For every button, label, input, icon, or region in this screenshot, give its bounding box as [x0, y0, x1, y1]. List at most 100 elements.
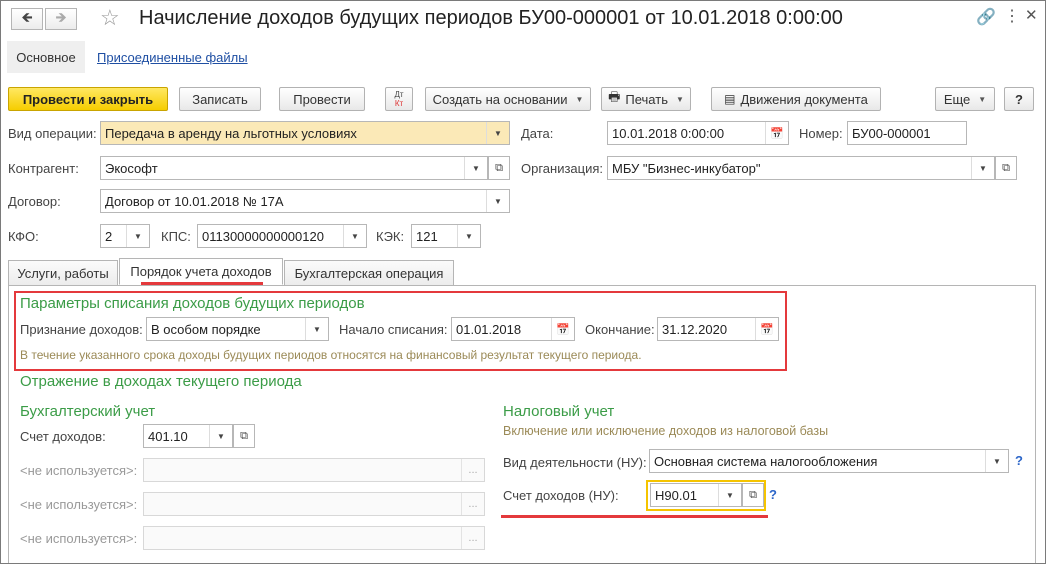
kt-label: Кт — [394, 99, 404, 108]
tab-accounting-operation-label: Бухгалтерская операция — [294, 265, 444, 281]
date-label: Дата: — [521, 126, 554, 141]
kfo-label: КФО: — [8, 229, 39, 244]
unused-label-2: <не используется>: — [20, 497, 138, 512]
chevron-down-icon[interactable]: ▼ — [985, 450, 1008, 472]
nav-main[interactable]: Основное — [7, 41, 85, 73]
unused-field-3: ... — [143, 526, 485, 550]
more-label: Еще — [943, 91, 971, 107]
kps-field[interactable]: 01130000000000120 ▼ — [197, 224, 367, 248]
operation-type-value: Передача в аренду на льготных условиях — [105, 125, 357, 141]
chevron-down-icon[interactable]: ▼ — [718, 484, 741, 506]
create-based-on-label: Создать на основании — [432, 91, 568, 107]
income-account-field[interactable]: 401.10 ▼ — [143, 424, 233, 448]
tab-income-order-label: Порядок учета доходов — [130, 264, 272, 279]
operation-type-select[interactable]: Передача в аренду на льготных условиях ▼ — [100, 121, 510, 145]
date-field[interactable]: 10.01.2018 0:00:00 📅 — [607, 121, 789, 145]
chevron-down-icon[interactable]: ▼ — [486, 122, 509, 144]
start-value: 01.01.2018 — [456, 321, 522, 337]
ellipsis-button: ... — [461, 493, 484, 515]
chevron-down-icon[interactable]: ▼ — [457, 225, 480, 247]
date-value: 10.01.2018 0:00:00 — [612, 125, 725, 141]
organization-label: Организация: — [521, 161, 604, 176]
recognition-label: Признание доходов: — [20, 322, 143, 337]
highlight-underline — [141, 282, 263, 285]
calendar-icon[interactable]: 📅 — [765, 122, 788, 144]
chevron-down-icon[interactable]: ▼ — [486, 190, 509, 212]
open-icon[interactable]: ⧉ — [742, 483, 764, 507]
recognition-select[interactable]: В особом порядке ▼ — [146, 317, 329, 341]
print-button[interactable]: 🖶 Печать ▼ — [601, 87, 691, 111]
kek-label: КЭК: — [376, 229, 405, 244]
save-button[interactable]: Записать — [179, 87, 261, 111]
forward-button[interactable]: 🡺 — [45, 8, 77, 30]
kek-value: 121 — [416, 228, 438, 244]
chevron-down-icon[interactable]: ▼ — [305, 318, 328, 340]
tax-account-help-icon[interactable]: ? — [769, 487, 777, 502]
income-account-label: Счет доходов: — [20, 429, 106, 444]
end-label: Окончание: — [585, 322, 655, 337]
chevron-down-icon[interactable]: ▼ — [464, 157, 487, 179]
chevron-down-icon: ▼ — [978, 94, 987, 104]
recognition-value: В особом порядке — [151, 321, 261, 337]
counterparty-value: Экософт — [105, 160, 158, 176]
unused-field-1: ... — [143, 458, 485, 482]
params-heading: Параметры списания доходов будущих перио… — [20, 295, 365, 312]
organization-value: МБУ "Бизнес-инкубатор" — [612, 160, 761, 176]
document-window: 🡸 🡺 ☆ Начисление доходов будущих периодо… — [0, 0, 1046, 564]
unused-label-3: <не используется>: — [20, 531, 138, 546]
dt-label: Дт — [394, 90, 404, 99]
counterparty-field[interactable]: Экософт ▼ — [100, 156, 488, 180]
tab-income-order[interactable]: Порядок учета доходов — [119, 258, 283, 285]
post-button[interactable]: Провести — [279, 87, 365, 111]
link-icon[interactable]: 🔗 — [976, 7, 996, 27]
start-label: Начало списания: — [339, 322, 448, 337]
window-title: Начисление доходов будущих периодов БУ00… — [139, 7, 843, 29]
more-button[interactable]: Еще ▼ — [935, 87, 995, 111]
contract-field[interactable]: Договор от 10.01.2018 № 17А ▼ — [100, 189, 510, 213]
organization-field[interactable]: МБУ "Бизнес-инкубатор" ▼ — [607, 156, 995, 180]
tax-heading: Налоговый учет — [503, 403, 615, 420]
tab-accounting-operation[interactable]: Бухгалтерская операция — [284, 260, 454, 285]
star-icon[interactable]: ☆ — [100, 7, 120, 29]
kps-value: 01130000000000120 — [202, 228, 324, 244]
income-account-value: 401.10 — [148, 428, 188, 444]
start-date-field[interactable]: 01.01.2018 📅 — [451, 317, 575, 341]
open-icon[interactable]: ⧉ — [488, 156, 510, 180]
chevron-down-icon[interactable]: ▼ — [343, 225, 366, 247]
contract-value: Договор от 10.01.2018 № 17А — [105, 193, 284, 209]
nav-attached-files[interactable]: Присоединенные файлы — [97, 50, 248, 65]
back-button[interactable]: 🡸 — [11, 8, 43, 30]
kfo-value: 2 — [105, 228, 113, 244]
dt-kt-button[interactable]: Дт Кт — [385, 87, 413, 111]
number-field[interactable]: БУ00-000001 — [847, 121, 967, 145]
open-icon[interactable]: ⧉ — [995, 156, 1017, 180]
open-icon[interactable]: ⧉ — [233, 424, 255, 448]
tab-services[interactable]: Услуги, работы — [8, 260, 118, 285]
tab-services-label: Услуги, работы — [17, 265, 109, 281]
activity-help-icon[interactable]: ? — [1015, 453, 1023, 468]
chevron-down-icon: ▼ — [575, 94, 584, 104]
create-based-on-button[interactable]: Создать на основании ▼ — [425, 87, 591, 111]
chevron-down-icon[interactable]: ▼ — [126, 225, 149, 247]
chevron-down-icon[interactable]: ▼ — [971, 157, 994, 179]
close-icon[interactable]: ✕ — [1025, 6, 1038, 24]
calendar-icon[interactable]: 📅 — [551, 318, 574, 340]
params-note: В течение указанного срока доходы будущи… — [20, 348, 642, 362]
end-date-field[interactable]: 31.12.2020 📅 — [657, 317, 779, 341]
number-value: БУ00-000001 — [852, 125, 931, 141]
chevron-down-icon[interactable]: ▼ — [209, 425, 232, 447]
activity-value: Основная система налогообложения — [654, 453, 878, 469]
tax-highlight-underline — [501, 515, 768, 518]
activity-select[interactable]: Основная система налогообложения ▼ — [649, 449, 1009, 473]
arrow-right-icon: 🡺 — [55, 9, 67, 25]
kfo-field[interactable]: 2 ▼ — [100, 224, 150, 248]
kebab-menu-icon[interactable]: ⋮ — [1004, 6, 1020, 26]
chevron-down-icon: ▼ — [675, 94, 684, 104]
help-button[interactable]: ? — [1004, 87, 1034, 111]
calendar-icon[interactable]: 📅 — [755, 318, 778, 340]
post-and-close-button[interactable]: Провести и закрыть — [8, 87, 168, 111]
tax-income-account-field[interactable]: Н90.01 ▼ — [650, 483, 742, 507]
counterparty-label: Контрагент: — [8, 161, 79, 176]
document-movements-button[interactable]: ▤ Движения документа — [711, 87, 881, 111]
kek-field[interactable]: 121 ▼ — [411, 224, 481, 248]
